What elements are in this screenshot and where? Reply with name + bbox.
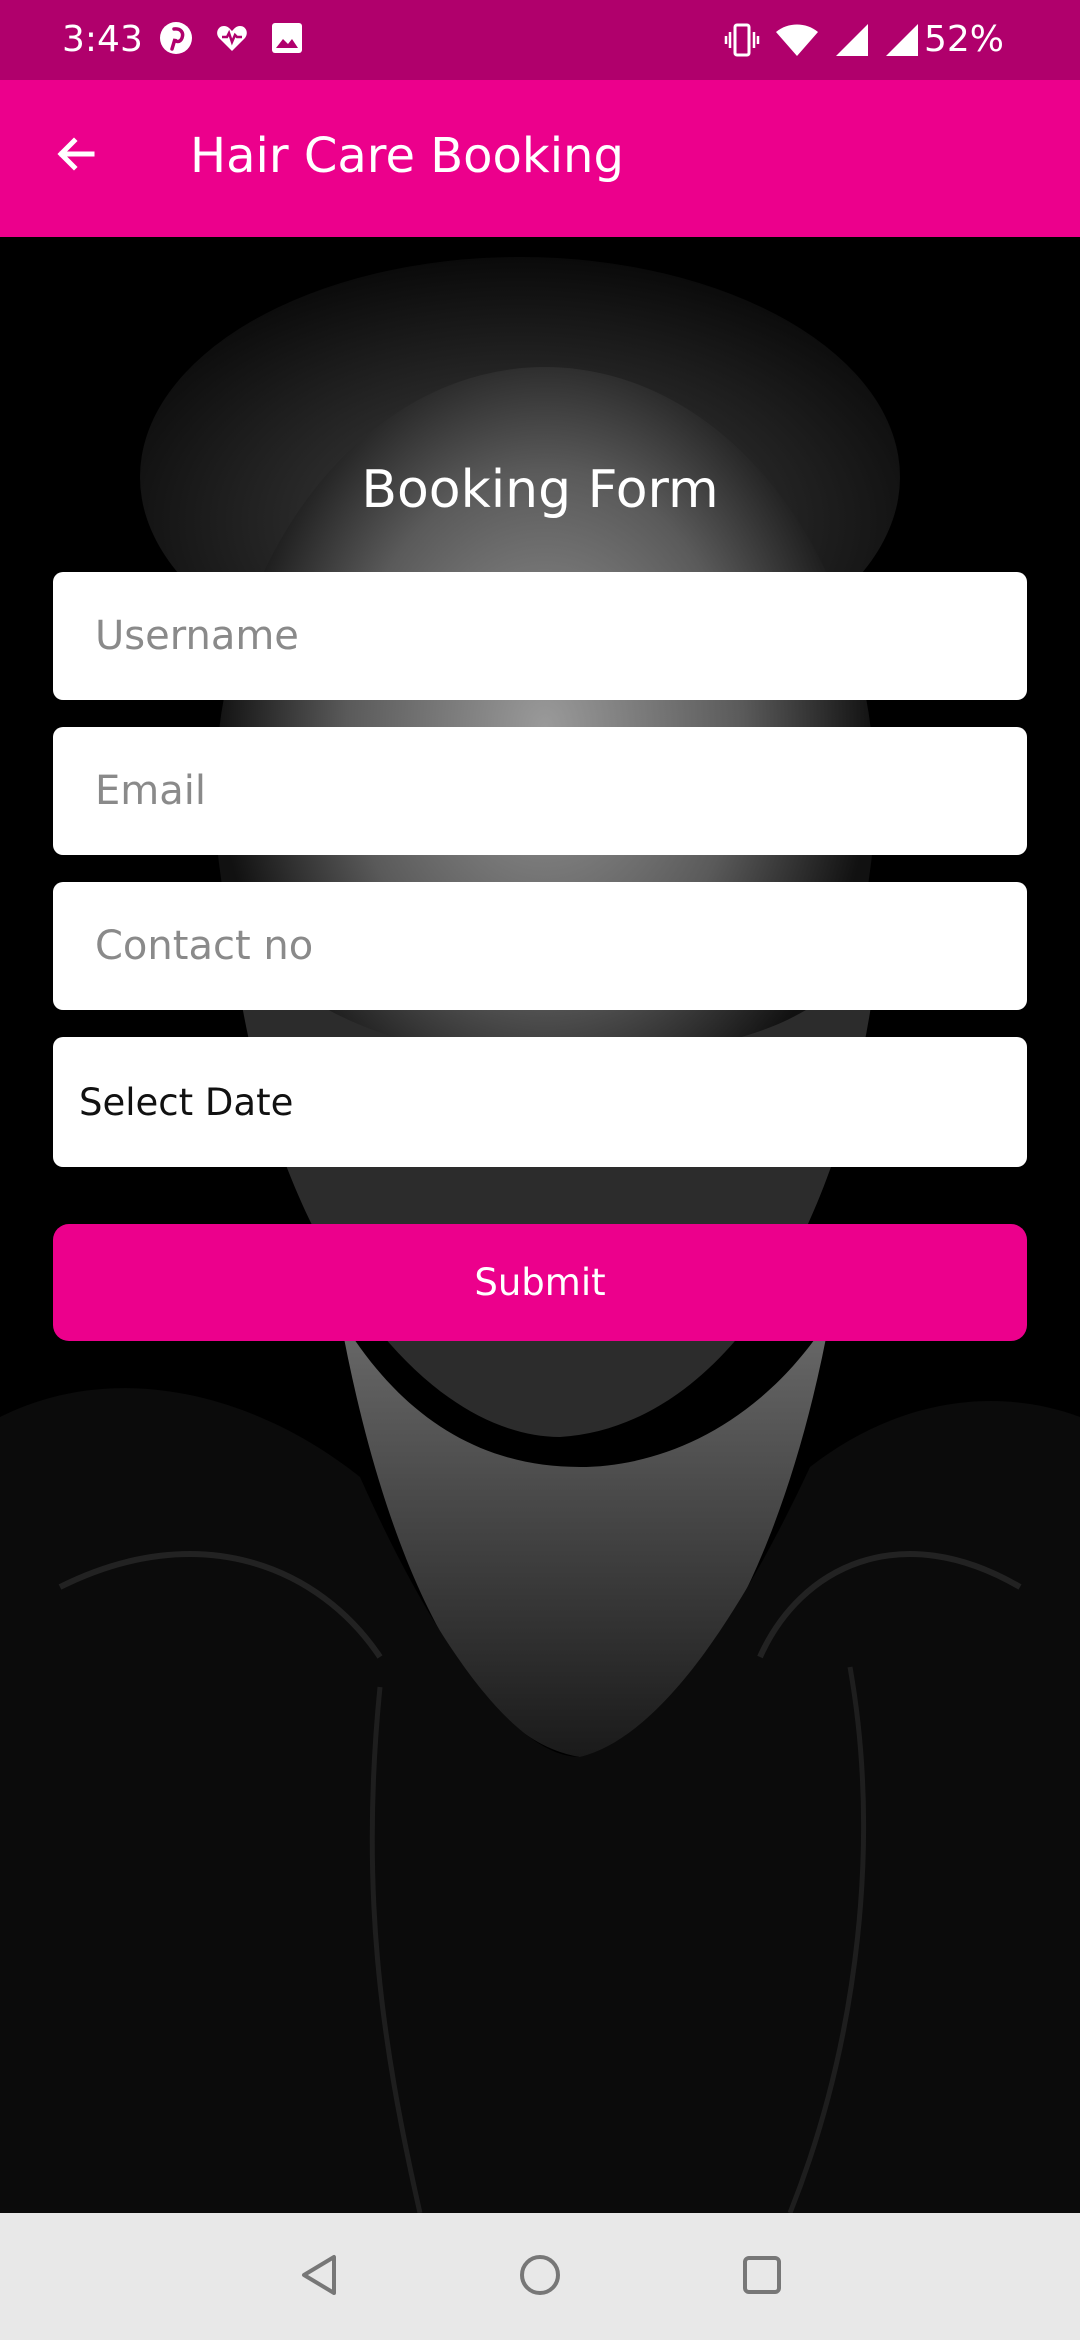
image-icon	[270, 21, 304, 59]
status-bar: 3:43 52%	[0, 0, 1080, 80]
pinterest-icon	[158, 20, 194, 60]
wifi-icon	[774, 20, 820, 64]
screen: 3:43 52% Hair Care Booking Booking Form …	[0, 0, 1080, 2340]
username-field[interactable]	[53, 572, 1027, 700]
status-icons-left	[158, 20, 304, 60]
nav-recents-button[interactable]	[730, 2245, 794, 2309]
signal-icon	[834, 22, 870, 62]
email-input[interactable]	[93, 767, 987, 815]
select-date-field[interactable]: Select Date	[53, 1037, 1027, 1167]
status-icons-right	[724, 20, 920, 64]
navigation-bar	[0, 2213, 1080, 2340]
nav-back-icon	[296, 2251, 344, 2303]
contact-input[interactable]	[93, 922, 987, 970]
email-field[interactable]	[53, 727, 1027, 855]
form-title: Booking Form	[361, 460, 719, 520]
nav-back-button[interactable]	[288, 2245, 352, 2309]
signal-icon-2	[884, 22, 920, 62]
back-button[interactable]	[44, 124, 108, 188]
nav-home-icon	[516, 2251, 564, 2303]
page-title: Hair Care Booking	[190, 128, 624, 184]
nav-home-button[interactable]	[508, 2245, 572, 2309]
submit-button[interactable]: Submit	[53, 1224, 1027, 1341]
app-bar: Hair Care Booking	[0, 80, 1080, 237]
status-time: 3:43	[62, 19, 143, 60]
username-input[interactable]	[93, 612, 987, 660]
battery-percentage: 52%	[923, 19, 1004, 60]
health-icon	[214, 20, 250, 60]
select-date-label: Select Date	[79, 1080, 294, 1124]
arrow-back-icon	[52, 130, 100, 182]
contact-field[interactable]	[53, 882, 1027, 1010]
vibrate-icon	[724, 20, 760, 64]
nav-recents-icon	[738, 2251, 786, 2303]
